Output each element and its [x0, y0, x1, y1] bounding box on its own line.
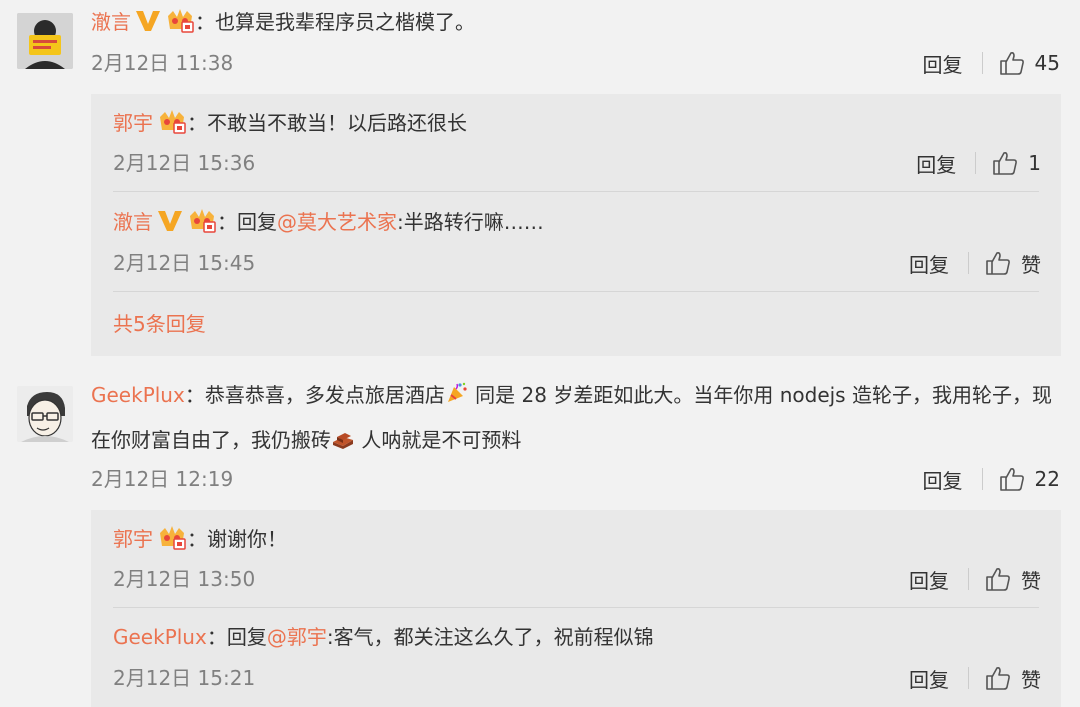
verified-v-icon — [135, 9, 161, 33]
brick-emoji — [331, 422, 355, 464]
comment-text: ：也算是我辈程序员之楷模了。 — [195, 10, 475, 34]
reply-time: 2月12日 15:21 — [113, 666, 256, 690]
reply-button[interactable]: 回复 — [923, 465, 963, 494]
avatar[interactable] — [17, 386, 73, 442]
action-divider — [968, 252, 969, 274]
like-button[interactable]: 赞 — [985, 664, 1041, 693]
avatar[interactable] — [17, 13, 73, 69]
reply-divider — [113, 191, 1039, 192]
reply-box: 郭宇 ：不敢当不敢当！以后路还很长 2月12日 15:36 回复 1 澈言 ：回… — [91, 94, 1061, 356]
comment-actions: 回复 22 — [923, 464, 1060, 494]
thumbs-up-icon — [999, 52, 1024, 75]
comment: GeekPlux：恭喜恭喜，多发点旅居酒店 同是 28 岁差距如此大。当年你用 … — [0, 360, 1080, 707]
reply-body: 澈言 ：回复@莫大艺术家:半路转行嘛…… — [113, 201, 544, 243]
reply-author[interactable]: 澈言 — [113, 210, 153, 234]
like-button[interactable]: 1 — [992, 150, 1041, 176]
like-button[interactable]: 赞 — [985, 249, 1041, 278]
reply-button[interactable]: 回复 — [909, 664, 949, 693]
reply-actions: 回复 赞 — [909, 564, 1041, 594]
thumbs-up-icon — [999, 468, 1024, 491]
reply-button[interactable]: 回复 — [923, 49, 963, 78]
reply-divider — [113, 607, 1039, 608]
reply-author[interactable]: 郭宇 — [113, 111, 153, 135]
vip-crown-icon — [187, 207, 217, 233]
action-divider — [981, 468, 983, 490]
reply-actions: 回复 赞 — [909, 663, 1041, 693]
comment: 澈言 ：也算是我辈程序员之楷模了。 2月12日 11:38 回复 45 郭宇 ：… — [0, 0, 1080, 360]
comment-body: GeekPlux：恭喜恭喜，多发点旅居酒店 同是 28 岁差距如此大。当年你用 … — [91, 374, 1058, 464]
comment-text-part1: ：恭喜恭喜，多发点旅居酒店 — [184, 383, 445, 407]
comment-author[interactable]: GeekPlux — [91, 383, 185, 407]
reply-actions: 回复 赞 — [909, 248, 1041, 278]
reply-prefix: ：回复 — [217, 210, 277, 234]
comment-time: 2月12日 12:19 — [91, 467, 234, 491]
reply-body: 郭宇 ：谢谢你！ — [113, 518, 287, 560]
avatar-image — [17, 386, 73, 442]
thumbs-up-icon — [986, 667, 1010, 690]
comment-actions: 回复 45 — [923, 48, 1060, 78]
reply-author[interactable]: GeekPlux — [113, 625, 207, 649]
action-divider — [981, 52, 983, 74]
reply-actions: 回复 1 — [916, 148, 1041, 178]
reply-body: GeekPlux：回复@郭宇:客气，都关注这么久了，祝前程似锦 — [113, 616, 654, 658]
reply-time: 2月12日 15:36 — [113, 151, 256, 175]
like-label: 赞 — [1021, 252, 1041, 277]
like-button[interactable]: 22 — [999, 466, 1060, 492]
reply-button[interactable]: 回复 — [909, 565, 949, 594]
reply-author[interactable]: 郭宇 — [113, 527, 153, 551]
reply-text: ：谢谢你！ — [187, 527, 287, 551]
comment-body: 澈言 ：也算是我辈程序员之楷模了。 — [91, 1, 1058, 43]
verified-v-icon — [157, 209, 183, 233]
like-count: 22 — [1034, 467, 1060, 491]
reply-prefix: ：回复 — [206, 625, 267, 649]
reply-button[interactable]: 回复 — [909, 249, 949, 278]
action-divider — [975, 152, 977, 174]
action-divider — [968, 667, 969, 689]
reply-button[interactable]: 回复 — [916, 149, 956, 178]
like-button[interactable]: 45 — [999, 50, 1060, 76]
reply-text: ：不敢当不敢当！以后路还很长 — [187, 111, 467, 135]
like-count: 45 — [1034, 51, 1060, 75]
thumbs-up-icon — [993, 152, 1018, 175]
thumbs-up-icon — [986, 568, 1010, 591]
more-replies-link[interactable]: 共5条回复 — [113, 309, 206, 339]
comment-author[interactable]: 澈言 — [91, 10, 131, 34]
like-count: 1 — [1028, 151, 1041, 175]
action-divider — [968, 568, 969, 590]
thumbs-up-icon — [986, 252, 1010, 275]
like-label: 赞 — [1021, 568, 1041, 593]
like-button[interactable]: 赞 — [985, 565, 1041, 594]
reply-body: 郭宇 ：不敢当不敢当！以后路还很长 — [113, 102, 467, 144]
comment-text-part3: 人呐就是不可预料 — [355, 428, 522, 452]
reply-divider — [113, 291, 1039, 292]
like-label: 赞 — [1021, 667, 1041, 692]
avatar-image — [17, 13, 73, 69]
comment-time: 2月12日 11:38 — [91, 51, 234, 75]
vip-crown-icon — [157, 524, 187, 550]
party-popper-emoji — [445, 377, 469, 419]
reply-text: :客气，都关注这么久了，祝前程似锦 — [326, 625, 654, 649]
vip-crown-icon — [157, 108, 187, 134]
reply-time: 2月12日 13:50 — [113, 567, 256, 591]
reply-text: :半路转行嘛…… — [397, 210, 544, 234]
reply-box: 郭宇 ：谢谢你！ 2月12日 13:50 回复 赞 GeekPlux：回复@郭宇… — [91, 510, 1061, 707]
mention-link[interactable]: @莫大艺术家 — [277, 210, 397, 234]
vip-crown-icon — [165, 7, 195, 33]
mention-link[interactable]: @郭宇 — [267, 625, 327, 649]
reply-time: 2月12日 15:45 — [113, 251, 256, 275]
